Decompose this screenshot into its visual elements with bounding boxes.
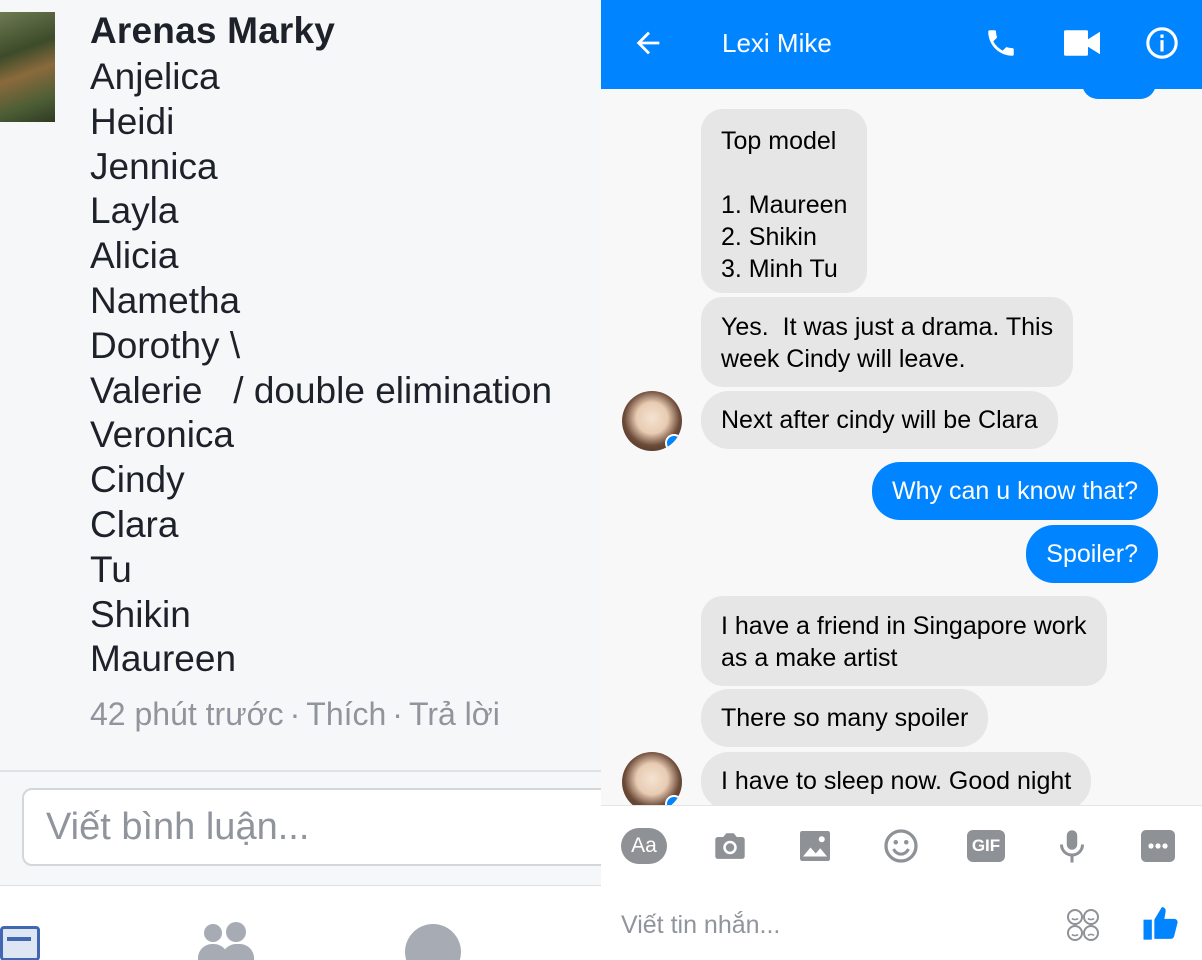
microphone-icon[interactable] — [1054, 828, 1090, 864]
comment-line: Veronica — [90, 414, 234, 456]
message-bubble-incoming[interactable]: I have to sleep now. Good night — [701, 752, 1092, 805]
composer-toolbar: Aa GIF — [601, 805, 1202, 886]
comment-line: Layla — [90, 190, 179, 232]
comment-line: Shikin — [90, 593, 191, 635]
message-bubble-incoming[interactable]: Yes. It was just a drama. This week Cind… — [701, 297, 1074, 387]
comment-line: Valerie / double elimination — [90, 369, 553, 411]
messenger-icon[interactable] — [405, 924, 461, 960]
message-bubble-incoming[interactable]: Next after cindy will be Clara — [701, 391, 1058, 449]
messenger-panel: Lexi Mike Top model 1. Maureen 2. Shikin… — [601, 0, 1202, 960]
comment-line: Dorothy \ — [90, 324, 241, 366]
gif-label: GIF — [971, 836, 1001, 855]
meta-separator: · — [289, 696, 301, 732]
camera-icon[interactable] — [712, 828, 748, 864]
comment-body: Anjelica Heidi Jennica Layla Alicia Name… — [90, 55, 552, 682]
back-arrow-icon[interactable] — [631, 26, 665, 60]
contact-avatar[interactable] — [622, 391, 682, 451]
friends-icon[interactable] — [198, 922, 254, 960]
sticker-icon[interactable] — [1065, 907, 1101, 943]
message-bubble-outgoing[interactable]: Why can u know that? — [872, 462, 1158, 520]
meta-separator: · — [392, 696, 403, 732]
comment-author-photo[interactable] — [0, 12, 55, 122]
message-bubble-outgoing[interactable]: Spoiler? — [1026, 525, 1158, 583]
video-icon[interactable] — [1064, 30, 1100, 56]
news-feed-icon[interactable] — [0, 926, 40, 960]
comment-line: Maureen — [90, 638, 237, 680]
gif-icon[interactable]: GIF — [967, 830, 1005, 862]
comment-line: Cindy — [90, 459, 185, 501]
reply-link[interactable]: Trả lời — [409, 696, 500, 732]
like-thumb-icon[interactable] — [1141, 903, 1181, 943]
like-link[interactable]: Thích — [306, 696, 386, 732]
comment-timestamp: 42 phút trước — [90, 696, 284, 732]
more-dots-icon — [1148, 843, 1168, 849]
gallery-icon[interactable] — [797, 828, 833, 864]
facebook-comment-panel: Arenas Marky Anjelica Heidi Jennica Layl… — [0, 0, 601, 960]
message-bubble-incoming[interactable]: Top model 1. Maureen 2. Shikin 3. Minh T… — [701, 109, 868, 293]
text-style-label: Aa — [631, 834, 657, 857]
messenger-badge-icon — [665, 795, 682, 805]
comment-line: Nametha — [90, 279, 241, 321]
comment-line: Clara — [90, 503, 179, 545]
contact-avatar[interactable] — [622, 752, 682, 805]
messenger-badge-icon — [665, 434, 682, 451]
comment-author-name[interactable]: Arenas Marky — [90, 10, 335, 52]
message-thread[interactable]: Top model 1. Maureen 2. Shikin 3. Minh T… — [601, 89, 1202, 805]
phone-icon[interactable] — [984, 26, 1018, 60]
previous-message-bubble — [1082, 89, 1156, 99]
comment-line: Jennica — [90, 145, 218, 187]
comment-line: Alicia — [90, 235, 179, 277]
divider — [0, 770, 601, 772]
comment-meta: 42 phút trước · Thích · Trả lời — [90, 696, 500, 733]
contact-name[interactable]: Lexi Mike — [722, 28, 832, 59]
comment-line: Heidi — [90, 100, 175, 142]
comment-line: Anjelica — [90, 56, 220, 97]
bottom-navigation — [0, 885, 601, 960]
emoji-icon[interactable] — [883, 828, 919, 864]
info-icon[interactable] — [1145, 26, 1179, 60]
conversation-header: Lexi Mike — [601, 0, 1202, 89]
text-style-icon[interactable]: Aa — [621, 828, 667, 864]
message-composer[interactable]: Viết tin nhắn... — [601, 885, 1202, 960]
more-icon[interactable] — [1141, 830, 1175, 862]
comment-input[interactable]: Viết bình luận... — [22, 788, 601, 866]
message-input-placeholder: Viết tin nhắn... — [621, 911, 781, 939]
message-bubble-incoming[interactable]: There so many spoiler — [701, 689, 989, 747]
message-bubble-incoming[interactable]: I have a friend in Singapore work as a m… — [701, 596, 1107, 686]
comment-input-placeholder: Viết bình luận... — [46, 806, 310, 848]
comment-line: Tu — [90, 548, 132, 590]
